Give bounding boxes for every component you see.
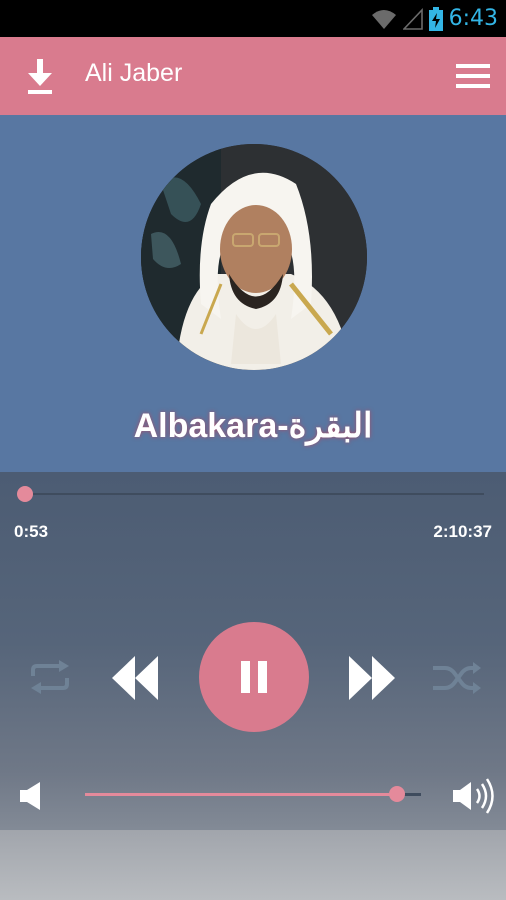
signal-icon — [402, 7, 423, 30]
shuffle-icon[interactable] — [433, 660, 481, 696]
seek-bar[interactable] — [22, 493, 484, 495]
app-title: Ali Jaber — [85, 59, 183, 87]
volume-high-icon[interactable] — [453, 777, 497, 815]
wifi-icon — [371, 9, 396, 29]
volume-fill — [85, 793, 398, 796]
reciter-avatar — [141, 144, 367, 370]
rewind-icon[interactable] — [112, 656, 158, 700]
pause-icon — [241, 661, 267, 693]
player-bottom-strip — [0, 830, 506, 900]
current-time: 0:53 — [14, 522, 49, 541]
status-bar: 6:43 — [0, 0, 506, 37]
pause-button[interactable] — [199, 622, 309, 732]
reciter-portrait — [141, 144, 367, 370]
app-toolbar: Ali Jaber — [0, 37, 506, 115]
menu-icon[interactable] — [456, 63, 490, 89]
status-icons: 6:43 — [371, 0, 498, 37]
fast-forward-icon[interactable] — [349, 656, 395, 700]
battery-charging-icon — [428, 6, 443, 31]
status-time: 6:43 — [448, 6, 498, 31]
track-title: Albakara-البقرة — [133, 407, 373, 445]
volume-low-icon[interactable] — [20, 782, 42, 810]
download-icon[interactable] — [24, 57, 56, 95]
total-duration: 2:10:37 — [433, 522, 492, 541]
repeat-icon[interactable] — [27, 660, 73, 694]
